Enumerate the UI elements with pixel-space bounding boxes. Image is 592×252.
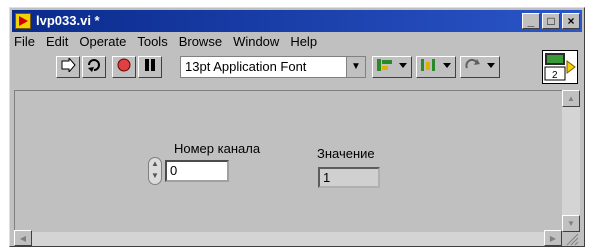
toolbar: 13pt Application Font ▼	[14, 54, 536, 82]
control-label: Номер канала	[174, 141, 261, 156]
menu-help[interactable]: Help	[290, 34, 317, 49]
align-objects-icon[interactable]	[372, 56, 412, 78]
menu-tools[interactable]: Tools	[137, 34, 167, 49]
connector-pane-icon[interactable]: 2	[542, 50, 578, 84]
minimize-button[interactable]: _	[522, 13, 540, 29]
close-button[interactable]: ×	[562, 13, 580, 29]
horizontal-scrollbar[interactable]: ◀ ▶	[14, 230, 562, 246]
value-indicator: 1	[318, 167, 380, 188]
scroll-down-icon[interactable]: ▼	[562, 215, 580, 232]
maximize-button[interactable]: □	[542, 13, 560, 29]
font-select[interactable]: 13pt Application Font ▼	[180, 56, 366, 78]
pause-icon[interactable]	[138, 56, 162, 78]
menu-operate[interactable]: Operate	[79, 34, 126, 49]
scroll-up-icon[interactable]: ▲	[562, 90, 580, 107]
vi-app-icon[interactable]	[15, 13, 31, 29]
abort-stop-icon[interactable]	[112, 56, 136, 78]
menu-bar: File Edit Operate Tools Browse Window He…	[14, 34, 317, 49]
resize-grip-icon[interactable]	[563, 232, 579, 246]
front-panel	[14, 90, 562, 232]
scroll-left-icon[interactable]: ◀	[14, 230, 32, 246]
indicator-label: Значение	[317, 146, 375, 161]
run-arrow-icon[interactable]	[56, 56, 80, 78]
menu-window[interactable]: Window	[233, 34, 279, 49]
run-continuous-icon[interactable]	[82, 56, 106, 78]
connector-pane-number: 2	[552, 70, 558, 81]
menu-browse[interactable]: Browse	[179, 34, 222, 49]
window-title: lvp033.vi *	[36, 13, 100, 28]
font-select-value: 13pt Application Font	[185, 59, 307, 74]
title-bar[interactable]: lvp033.vi * _ □ ×	[12, 10, 582, 32]
channel-number-input[interactable]: 0	[165, 160, 229, 182]
vertical-scrollbar[interactable]: ▲ ▼	[562, 90, 580, 232]
chevron-down-icon[interactable]: ▼	[346, 57, 365, 77]
menu-file[interactable]: File	[14, 34, 35, 49]
menu-edit[interactable]: Edit	[46, 34, 68, 49]
increment-decrement-icon[interactable]: ▲ ▼	[148, 157, 162, 185]
reorder-icon[interactable]	[460, 56, 500, 78]
distribute-objects-icon[interactable]	[416, 56, 456, 78]
scroll-right-icon[interactable]: ▶	[544, 230, 562, 246]
vi-window: lvp033.vi * _ □ × File Edit Operate Tool…	[9, 7, 585, 247]
